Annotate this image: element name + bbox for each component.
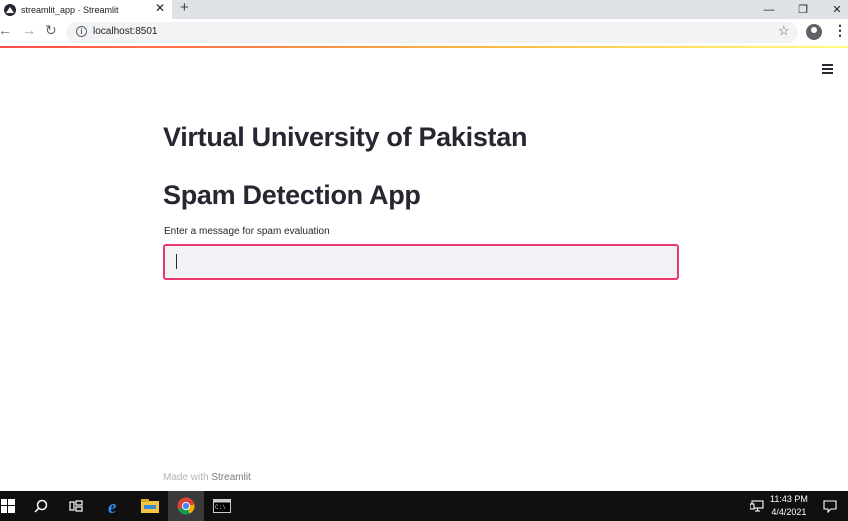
message-input[interactable] [163,244,679,280]
forward-arrow-icon[interactable]: → [22,22,36,38]
browser-tab-strip: streamlit_app · Streamlit ✕ + — ❐ ✕ [0,0,848,19]
file-explorer-icon[interactable] [132,491,168,521]
reload-icon[interactable]: ↻ [45,22,57,39]
bookmark-star-icon[interactable]: ☆ [778,23,790,39]
message-input-label: Enter a message for spam evaluation [164,226,330,237]
url-text: localhost:8501 [93,26,158,37]
clock-date: 4/4/2021 [771,507,807,517]
windows-taskbar: e C:\ 11:43 PM 4/4/2021 [0,491,848,521]
footer: Made with Streamlit [163,472,251,483]
window-close-button[interactable]: ✕ [820,0,848,19]
task-view-icon[interactable] [58,491,94,521]
tab-title: streamlit_app · Streamlit [21,4,119,15]
clock-time: 11:43 PM [770,494,808,504]
address-bar[interactable]: i localhost:8501 ☆ [66,22,798,43]
search-icon[interactable] [23,491,59,521]
hamburger-menu-icon[interactable] [818,62,836,76]
internet-explorer-icon[interactable]: e [97,491,133,521]
streamlit-favicon-icon [4,3,16,16]
tab-close-icon[interactable]: ✕ [155,1,165,15]
page-title-app: Spam Detection App [163,180,421,210]
streamlit-decoration-bar [0,46,848,48]
browser-tab[interactable]: streamlit_app · Streamlit ✕ [0,0,172,19]
svg-text:e: e [108,497,117,516]
svg-text:C:\: C:\ [215,504,226,511]
chrome-taskbar-icon[interactable] [168,491,204,521]
streamlit-link[interactable]: Streamlit [211,472,250,483]
command-prompt-icon[interactable]: C:\ [204,491,240,521]
new-tab-button[interactable]: + [180,0,189,16]
browser-menu-icon[interactable]: ⋮ [833,22,847,39]
text-caret [176,254,177,269]
footer-prefix: Made with [163,472,212,483]
taskbar-clock[interactable]: 11:43 PM 4/4/2021 [770,493,808,519]
browser-toolbar: ← → ↻ i localhost:8501 ☆ ⋮ [0,19,848,46]
account-icon[interactable] [806,24,822,40]
minimize-button[interactable]: — [752,0,786,19]
back-arrow-icon[interactable]: ← [0,22,12,38]
network-icon[interactable] [742,491,772,521]
page-title-university: Virtual University of Pakistan [163,122,528,152]
notifications-icon[interactable] [818,491,842,521]
site-info-icon[interactable]: i [76,26,87,37]
restore-button[interactable]: ❐ [786,0,820,19]
